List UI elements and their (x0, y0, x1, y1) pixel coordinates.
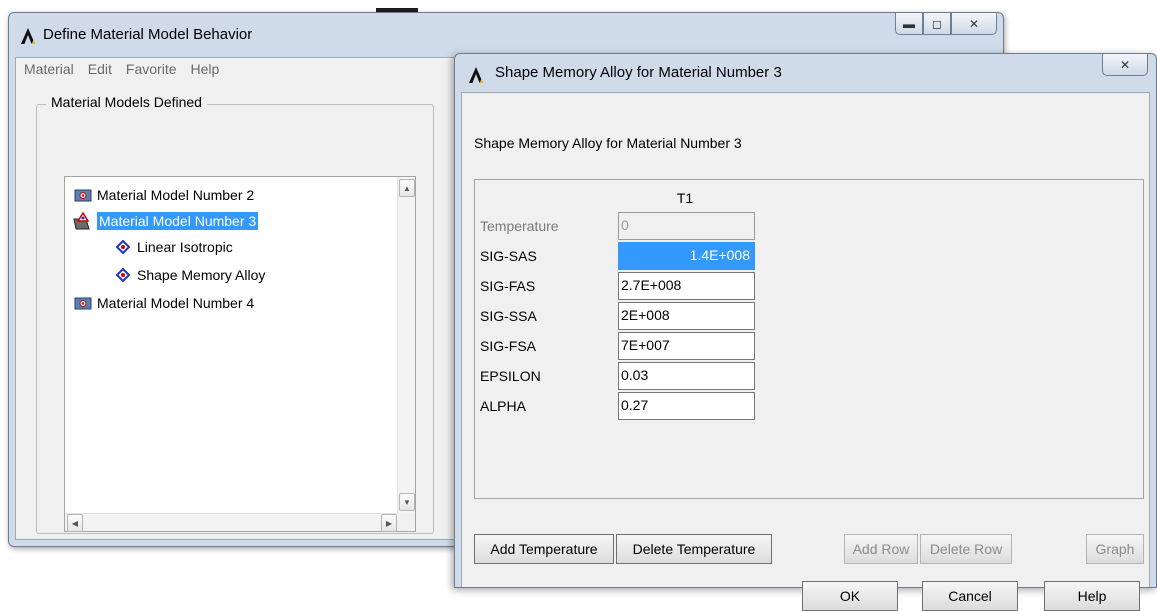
delete-temperature-button[interactable]: Delete Temperature (616, 534, 772, 564)
dialog-close-button[interactable]: ✕ (1102, 54, 1148, 76)
menu-edit[interactable]: Edit (88, 61, 112, 77)
dialog-heading: Shape Memory Alloy for Material Number 3 (474, 135, 742, 151)
temperature-field: 0 (618, 212, 755, 240)
menu-material[interactable]: Material (24, 61, 74, 77)
tree-item-label: Material Model Number 3 (97, 212, 259, 230)
minimize-button[interactable]: ▬ (895, 13, 923, 35)
sig-sas-field[interactable]: 1.4E+008 (618, 242, 755, 270)
tree-item-label: Shape Memory Alloy (137, 267, 266, 283)
chevron-left-icon: ◀ (71, 518, 79, 528)
add-temperature-button[interactable]: Add Temperature (474, 534, 614, 564)
tree-item-model-2[interactable]: Material Model Number 2 (73, 183, 254, 207)
tree-item-linear-isotropic[interactable]: Linear Isotropic (113, 235, 233, 259)
property-diamond-icon (113, 238, 133, 256)
menu-favorite[interactable]: Favorite (126, 61, 177, 77)
column-header-t1: T1 (676, 190, 694, 206)
material-folder-icon (73, 186, 93, 204)
sig-fsa-field[interactable]: 7E+007 (618, 332, 755, 360)
material-model-tree[interactable]: Material Model Number 2 Material Model N… (64, 176, 416, 532)
material-folder-open-icon (73, 212, 93, 230)
tree-item-shape-memory-alloy[interactable]: Shape Memory Alloy (113, 263, 265, 287)
add-row-button[interactable]: Add Row (844, 534, 918, 564)
close-icon: ✕ (1119, 57, 1131, 72)
shape-memory-alloy-dialog: Shape Memory Alloy for Material Number 3… (454, 53, 1157, 611)
ansys-logo-icon (19, 27, 37, 45)
maximize-button[interactable]: ◻ (923, 13, 951, 35)
ansys-logo-icon (467, 66, 485, 84)
scroll-down-button[interactable]: ▼ (399, 493, 415, 511)
tree-item-label: Linear Isotropic (137, 239, 233, 255)
tree-horizontal-scrollbar[interactable]: ◀ ▶ (65, 513, 399, 532)
close-button[interactable]: ✕ (951, 13, 997, 35)
row-label-sig-sas: SIG-SAS (480, 248, 537, 264)
row-label-temperature: Temperature (480, 218, 559, 234)
ok-button[interactable]: OK (802, 581, 898, 611)
main-titlebar[interactable]: Define Material Model Behavior ▬ ◻ ✕ (9, 13, 1003, 57)
property-table: T1 Temperature 0 SIG-SAS 1.4E+008 SIG-FA… (474, 179, 1144, 499)
row-label-sig-ssa: SIG-SSA (480, 308, 537, 324)
chevron-down-icon: ▼ (403, 497, 411, 507)
scroll-right-button[interactable]: ▶ (381, 514, 397, 532)
sig-ssa-field[interactable]: 2E+008 (618, 302, 755, 330)
epsilon-field[interactable]: 0.03 (618, 362, 755, 390)
row-label-alpha: ALPHA (480, 398, 526, 414)
cancel-button[interactable]: Cancel (922, 581, 1018, 611)
menu-bar: Material Edit Favorite Help (24, 61, 219, 77)
chevron-right-icon: ▶ (385, 518, 393, 528)
menu-help[interactable]: Help (191, 61, 220, 77)
graph-button[interactable]: Graph (1086, 534, 1144, 564)
scroll-left-button[interactable]: ◀ (67, 514, 83, 532)
scroll-up-button[interactable]: ▲ (399, 179, 415, 197)
property-diamond-icon (113, 266, 133, 284)
row-label-sig-fas: SIG-FAS (480, 278, 536, 294)
row-label-epsilon: EPSILON (480, 368, 541, 384)
dialog-titlebar[interactable]: Shape Memory Alloy for Material Number 3… (455, 54, 1156, 92)
delete-row-button[interactable]: Delete Row (920, 534, 1012, 564)
material-folder-icon (73, 294, 93, 312)
tree-item-model-3[interactable]: Material Model Number 3 (73, 209, 259, 233)
tree-item-label: Material Model Number 2 (97, 187, 255, 203)
chevron-up-icon: ▲ (403, 183, 411, 193)
scrollbar-corner (397, 513, 415, 531)
tree-vertical-scrollbar[interactable]: ▲ ▼ (397, 177, 415, 513)
window-controls: ▬ ◻ ✕ (895, 13, 997, 35)
dialog-client-area: Shape Memory Alloy for Material Number 3… (461, 92, 1150, 611)
maximize-icon: ◻ (932, 16, 942, 31)
alpha-field[interactable]: 0.27 (618, 392, 755, 420)
help-button[interactable]: Help (1044, 581, 1140, 611)
dialog-title: Shape Memory Alloy for Material Number 3 (495, 64, 782, 81)
tree-item-label: Material Model Number 4 (97, 295, 255, 311)
group-title: Material Models Defined (46, 94, 207, 110)
minimize-icon: ▬ (903, 16, 915, 31)
sig-fas-field[interactable]: 2.7E+008 (618, 272, 755, 300)
tree-item-model-4[interactable]: Material Model Number 4 (73, 291, 254, 315)
main-window-title: Define Material Model Behavior (43, 26, 253, 43)
close-icon: ✕ (968, 16, 980, 31)
row-label-sig-fsa: SIG-FSA (480, 338, 537, 354)
